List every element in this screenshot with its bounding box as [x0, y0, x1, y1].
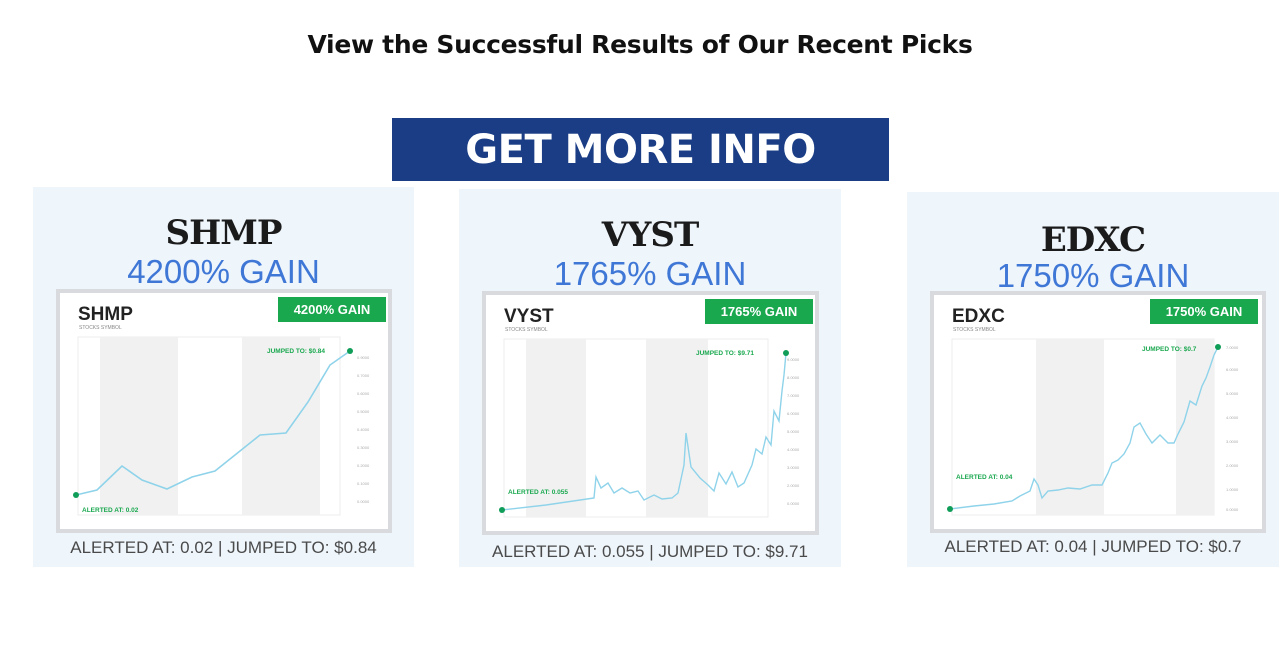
card-gain: 4200% GAIN: [127, 253, 320, 290]
svg-text:2.0000: 2.0000: [1226, 463, 1239, 468]
chart-subtitle: STOCKS SYMBOL: [505, 327, 548, 333]
end-marker: [783, 350, 789, 356]
card-caption: ALERTED AT: 0.02 | JUMPED TO: $0.84: [70, 538, 377, 557]
start-label: ALERTED AT: 0.04: [956, 474, 1013, 481]
chart-symbol: SHMP: [78, 304, 133, 325]
svg-text:0.7000: 0.7000: [357, 373, 370, 378]
svg-text:6.0000: 6.0000: [1226, 367, 1239, 372]
svg-text:6.0000: 6.0000: [787, 411, 800, 416]
stock-card-vyst: VYST 1765% GAIN VYST STOCKS SYMBOL 1765%…: [459, 189, 841, 567]
svg-text:7.0000: 7.0000: [1226, 345, 1239, 350]
svg-text:4.0000: 4.0000: [1226, 415, 1239, 420]
svg-text:1.0000: 1.0000: [1226, 487, 1239, 492]
svg-text:5.0000: 5.0000: [787, 429, 800, 434]
svg-text:2.0000: 2.0000: [787, 483, 800, 488]
gain-badge: 4200% GAIN: [294, 302, 371, 317]
end-marker: [1215, 344, 1221, 350]
end-label: JUMPED TO: $0.84: [267, 348, 325, 355]
svg-text:0.1000: 0.1000: [357, 481, 370, 486]
svg-text:0.0000: 0.0000: [1226, 507, 1239, 512]
chart-image-vyst: VYST STOCKS SYMBOL 1765% GAIN ALERTED AT…: [482, 291, 819, 535]
start-label: ALERTED AT: 0.02: [82, 507, 139, 514]
card-caption: ALERTED AT: 0.055 | JUMPED TO: $9.71: [492, 542, 808, 561]
svg-text:7.0000: 7.0000: [787, 393, 800, 398]
chart-image-shmp: SHMP STOCKS SYMBOL 4200% GAIN ALERTED AT…: [56, 289, 392, 533]
svg-text:4.0000: 4.0000: [787, 447, 800, 452]
card-symbol: VYST: [601, 215, 700, 255]
chart-svg: EDXC STOCKS SYMBOL 1750% GAIN ALERTED AT…: [934, 295, 1262, 529]
svg-text:3.0000: 3.0000: [787, 465, 800, 470]
svg-text:8.0000: 8.0000: [787, 375, 800, 380]
svg-text:0.4000: 0.4000: [357, 427, 370, 432]
start-label: ALERTED AT: 0.055: [508, 489, 568, 496]
end-label: JUMPED TO: $9.71: [696, 350, 754, 357]
svg-text:0.9000: 0.9000: [357, 355, 370, 360]
svg-text:5.0000: 5.0000: [1226, 391, 1239, 396]
chart-svg: SHMP STOCKS SYMBOL 4200% GAIN ALERTED AT…: [60, 293, 388, 529]
svg-text:0.3000: 0.3000: [357, 445, 370, 450]
chart-image-edxc: EDXC STOCKS SYMBOL 1750% GAIN ALERTED AT…: [930, 291, 1266, 533]
card-symbol: SHMP: [165, 213, 283, 253]
chart-subtitle: STOCKS SYMBOL: [953, 327, 996, 333]
card-gain: 1765% GAIN: [553, 255, 747, 292]
start-marker: [73, 492, 79, 498]
card-caption: ALERTED AT: 0.04 | JUMPED TO: $0.7: [944, 537, 1242, 556]
chart-svg: VYST STOCKS SYMBOL 1765% GAIN ALERTED AT…: [486, 295, 815, 531]
svg-text:3.0000: 3.0000: [1226, 439, 1239, 444]
page-heading: View the Successful Results of Our Recen…: [307, 30, 973, 59]
svg-text:9.0000: 9.0000: [787, 357, 800, 362]
stock-card-edxc: EDXC 1750% GAIN EDXC STOCKS SYMBOL 1750%…: [907, 192, 1279, 567]
gain-badge: 1765% GAIN: [721, 304, 798, 319]
chart-symbol: EDXC: [952, 306, 1005, 327]
card-symbol: EDXC: [1040, 220, 1146, 260]
svg-text:0.0000: 0.0000: [357, 499, 370, 504]
card-gain: 1750% GAIN: [996, 257, 1190, 294]
svg-text:0.6000: 0.6000: [357, 391, 370, 396]
chart-subtitle: STOCKS SYMBOL: [79, 325, 122, 331]
get-more-info-button[interactable]: GET MORE INFO: [392, 118, 889, 181]
svg-text:0.2000: 0.2000: [357, 463, 370, 468]
start-marker: [499, 507, 505, 513]
end-marker: [347, 348, 353, 354]
svg-text:0.5000: 0.5000: [357, 409, 370, 414]
svg-text:0.0000: 0.0000: [787, 501, 800, 506]
gain-badge: 1750% GAIN: [1166, 304, 1243, 319]
start-marker: [947, 506, 953, 512]
stock-card-shmp: SHMP 4200% GAIN SHMP STOCKS SYMBOL 4200%…: [33, 187, 414, 567]
chart-symbol: VYST: [504, 306, 554, 327]
end-label: JUMPED TO: $0.7: [1142, 346, 1197, 353]
